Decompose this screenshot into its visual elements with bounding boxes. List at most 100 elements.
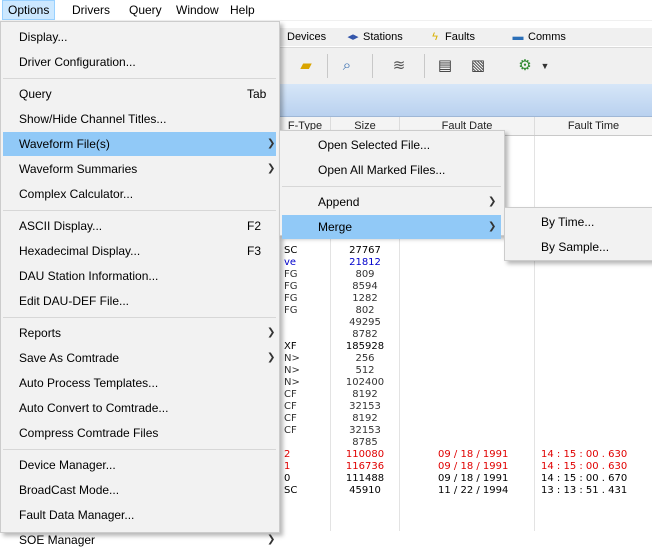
menu-item-save-as-comtrade[interactable]: Save As Comtrade ❯ bbox=[3, 346, 276, 370]
menu-item-append[interactable]: Append ❯ bbox=[282, 190, 501, 214]
cell-ftype: 1 bbox=[284, 461, 291, 472]
cell-ftype: FG bbox=[284, 305, 298, 316]
menu-item-label: Reports bbox=[19, 326, 62, 340]
menu-separator bbox=[3, 449, 276, 450]
menu-item-shortcut: Tab bbox=[247, 87, 267, 101]
menu-item-label: Edit DAU-DEF File... bbox=[19, 294, 130, 308]
cell-size: 32153 bbox=[349, 425, 381, 436]
tab-comms[interactable]: ▬ Comms bbox=[511, 29, 566, 45]
menu-item-display[interactable]: Display... bbox=[3, 25, 276, 49]
menu-item-open-all-marked-files[interactable]: Open All Marked Files... bbox=[282, 158, 501, 182]
tab-faults[interactable]: ϟ Faults bbox=[428, 29, 475, 45]
menu-item-reports[interactable]: Reports ❯ bbox=[3, 321, 276, 345]
dropdown-arrow-icon[interactable]: ▼ bbox=[532, 53, 558, 79]
cell-ftype: CF bbox=[284, 389, 297, 400]
tab-devices[interactable]: Devices bbox=[287, 29, 326, 45]
cell-ftype: SC bbox=[284, 245, 298, 256]
menu-item-label: ASCII Display... bbox=[19, 219, 103, 233]
menu-help[interactable]: Help bbox=[225, 0, 260, 20]
cell-date: 09 / 18 / 1991 bbox=[438, 461, 509, 472]
tab-devices-label: Devices bbox=[287, 31, 327, 43]
menu-item-waveform-summaries[interactable]: Waveform Summaries ❯ bbox=[3, 157, 276, 181]
menu-item-soe-manager[interactable]: SOE Manager ❯ bbox=[3, 528, 276, 552]
cell-date: 09 / 18 / 1991 bbox=[438, 449, 509, 460]
toolbar-separator bbox=[327, 54, 328, 78]
menu-item-edit-dau-def-file[interactable]: Edit DAU-DEF File... bbox=[3, 289, 276, 313]
toolbar-separator bbox=[424, 54, 425, 78]
cell-size: 45910 bbox=[349, 485, 381, 496]
cell-ftype: 0 bbox=[284, 473, 291, 484]
menu-item-by-sample[interactable]: By Sample... bbox=[507, 235, 650, 259]
menu-item-label: By Time... bbox=[541, 215, 595, 229]
menu-item-complex-calculator[interactable]: Complex Calculator... bbox=[3, 182, 276, 206]
menu-item-shortcut: F3 bbox=[247, 244, 262, 258]
cell-ftype: CF bbox=[284, 425, 297, 436]
menu-item-label: Complex Calculator... bbox=[19, 187, 134, 201]
document-icon[interactable]: ▤ bbox=[432, 53, 458, 79]
menu-item-by-time[interactable]: By Time... bbox=[507, 210, 650, 234]
menu-item-label: Hexadecimal Display... bbox=[19, 244, 141, 258]
menu-item-ascii-display[interactable]: ASCII Display... F2 bbox=[3, 214, 276, 238]
menu-item-device-manager[interactable]: Device Manager... bbox=[3, 453, 276, 477]
menu-item-query[interactable]: Query Tab bbox=[3, 82, 276, 106]
menu-item-label: Query bbox=[19, 87, 52, 101]
cell-ftype: N> bbox=[284, 365, 300, 376]
menu-item-hexadecimal-display[interactable]: Hexadecimal Display... F3 bbox=[3, 239, 276, 263]
cell-size: 21812 bbox=[349, 257, 381, 268]
menu-item-open-selected-file[interactable]: Open Selected File... bbox=[282, 133, 501, 157]
cell-size: 8192 bbox=[352, 413, 378, 424]
menu-item-label: DAU Station Information... bbox=[19, 269, 159, 283]
cell-ftype: SC bbox=[284, 485, 298, 496]
col-header-fault-time[interactable]: Fault Time bbox=[535, 117, 652, 135]
menu-separator bbox=[3, 210, 276, 211]
menu-item-compress-comtrade-files[interactable]: Compress Comtrade Files bbox=[3, 421, 276, 445]
menu-item-label: Save As Comtrade bbox=[19, 351, 120, 365]
menu-item-broadcast-mode[interactable]: BroadCast Mode... bbox=[3, 478, 276, 502]
menu-item-label: Display... bbox=[19, 30, 68, 44]
cell-ftype: 2 bbox=[284, 449, 291, 460]
cell-ftype: CF bbox=[284, 401, 297, 412]
menu-item-dau-station-information[interactable]: DAU Station Information... bbox=[3, 264, 276, 288]
submenu-arrow-icon: ❯ bbox=[267, 327, 276, 338]
menu-item-label: Auto Process Templates... bbox=[19, 376, 159, 390]
tab-faults-label: Faults bbox=[445, 31, 475, 43]
cell-ftype: FG bbox=[284, 269, 298, 280]
folder-icon[interactable]: ▰ bbox=[293, 53, 319, 79]
menu-item-auto-convert-to-comtrade[interactable]: Auto Convert to Comtrade... bbox=[3, 396, 276, 420]
document-edit-icon[interactable]: ▧ bbox=[465, 53, 491, 79]
menu-window[interactable]: Window bbox=[171, 0, 224, 20]
cell-date: 09 / 18 / 1991 bbox=[438, 473, 509, 484]
menu-item-fault-data-manager[interactable]: Fault Data Manager... bbox=[3, 503, 276, 527]
menu-separator bbox=[282, 186, 501, 187]
menu-query[interactable]: Query bbox=[124, 0, 167, 20]
menu-item-merge[interactable]: Merge ❯ bbox=[282, 215, 501, 239]
cell-size: 8782 bbox=[352, 329, 378, 340]
cell-size: 809 bbox=[355, 269, 375, 280]
cell-date: 11 / 22 / 1994 bbox=[438, 485, 509, 496]
cell-size: 256 bbox=[355, 353, 375, 364]
submenu-arrow-icon: ❯ bbox=[267, 534, 276, 545]
menu-item-driver-configuration[interactable]: Driver Configuration... bbox=[3, 50, 276, 74]
options-menu: Display... Driver Configuration... Query Ta… bbox=[0, 21, 280, 547]
tab-stations[interactable]: ◂▸ Stations bbox=[346, 29, 402, 45]
menu-separator bbox=[3, 317, 276, 318]
cell-ftype: N> bbox=[284, 353, 300, 364]
waveform-icon[interactable]: ≋ bbox=[386, 53, 412, 79]
cell-size: 27767 bbox=[349, 245, 381, 256]
menu-options[interactable]: Options bbox=[2, 0, 56, 20]
cell-ftype: N> bbox=[284, 377, 300, 388]
submenu-arrow-icon: ❯ bbox=[267, 163, 276, 174]
menu-item-label: Open All Marked Files... bbox=[318, 163, 446, 177]
menu-item-waveform-file-s[interactable]: Waveform File(s) ❯ bbox=[3, 132, 276, 156]
menu-item-label: Driver Configuration... bbox=[19, 55, 136, 69]
menu-item-show-hide-channel-titles[interactable]: Show/Hide Channel Titles... bbox=[3, 107, 276, 131]
cell-size: 102400 bbox=[345, 377, 385, 388]
menu-drivers[interactable]: Drivers bbox=[67, 0, 115, 20]
menu-item-label: Compress Comtrade Files bbox=[19, 426, 159, 440]
menu-separator bbox=[3, 78, 276, 79]
menu-item-label: SOE Manager bbox=[19, 533, 96, 547]
search-icon[interactable]: ⌕ bbox=[334, 53, 360, 79]
menu-item-label: Auto Convert to Comtrade... bbox=[19, 401, 169, 415]
cell-ftype: CF bbox=[284, 413, 297, 424]
menu-item-auto-process-templates[interactable]: Auto Process Templates... bbox=[3, 371, 276, 395]
